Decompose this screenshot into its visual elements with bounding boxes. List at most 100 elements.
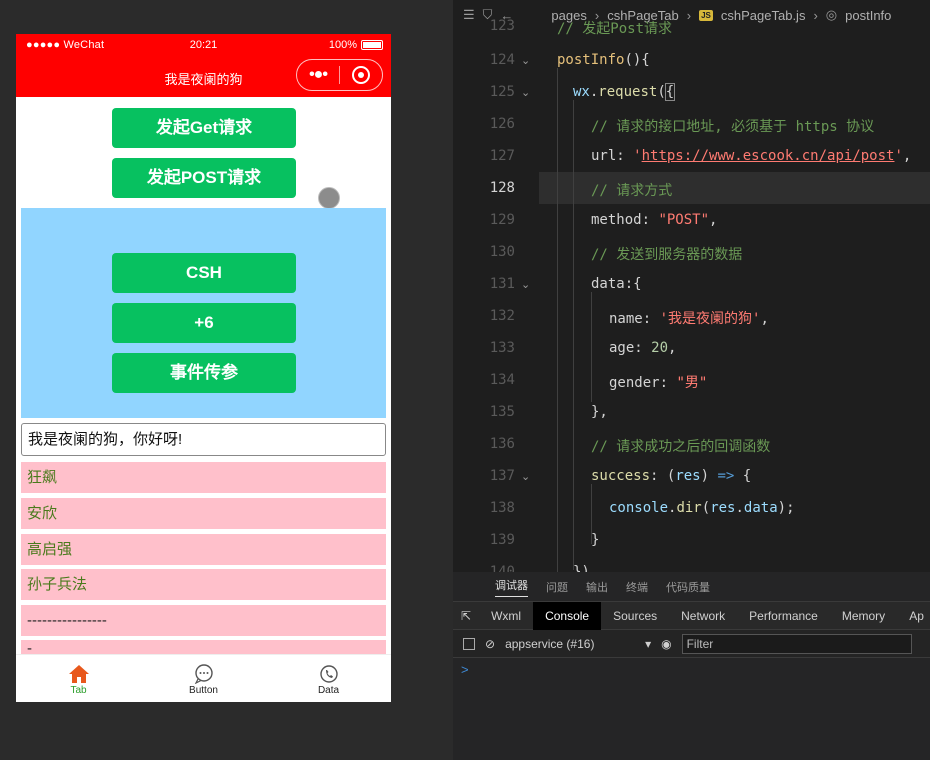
code-line: name: '我是夜阑的狗', [609,311,769,327]
line-number: 130 [489,244,515,260]
plus-six-button[interactable]: +6 [112,303,296,343]
code-editor: ☰ ⛉ ← pages › cshPageTab › JS cshPageTab… [453,0,930,572]
post-request-button[interactable]: 发起POST请求 [112,158,296,198]
tab-button[interactable]: Button [141,655,266,702]
line-number: 137 [489,468,515,484]
fold-chevron-icon[interactable]: ⌄ [521,470,530,483]
touch-cursor [318,187,340,209]
clear-console-icon[interactable]: ⊘ [485,637,495,651]
list-item: - [21,640,386,654]
code-line: wx.request({ [573,83,676,101]
context-select[interactable]: appservice (#16) [505,637,635,651]
debug-panel: 调试器 问题 输出 终端 代码质量 ⇱ Wxml Console Sources… [453,572,930,760]
indent-guide [591,292,592,402]
battery-status: 100% [329,39,383,51]
line-number-current: 128 [489,180,515,196]
home-icon [68,663,90,685]
indent-guide [573,100,574,570]
battery-icon [361,40,383,50]
more-dots-icon[interactable]: •●• [297,60,339,90]
tab-label: Tab [70,685,87,696]
tab-terminal[interactable]: 终端 [626,579,648,595]
screen: ●●●●● WeChat 20:21 100% 我是夜阑的狗 •●• 发起Get… [0,0,930,760]
chevron-right-icon: › [813,7,818,23]
list-item: 高启强 [21,534,386,565]
close-capsule-button[interactable] [340,66,382,84]
tab-wxml[interactable]: Wxml [479,602,533,630]
greeting-input[interactable]: 我是夜阑的狗，你好呀! [21,423,386,456]
tab-label: Data [317,685,340,696]
code-line: age: 20, [609,340,677,356]
csh-button[interactable]: CSH [112,253,296,293]
fold-chevron-icon[interactable]: ⌄ [521,278,530,291]
target-icon [352,66,370,84]
dropdown-arrow-icon[interactable]: ▾ [645,637,651,651]
method-cube-icon: ◎ [825,7,838,22]
filter-input[interactable]: Filter [681,633,912,654]
code-line: // 请求方式 [591,183,673,199]
phone-icon [318,663,340,685]
eye-icon[interactable]: ◉ [661,637,671,651]
code-line: gender: "男" [609,375,708,391]
battery-percent: 100% [328,39,357,51]
line-number: 126 [489,116,515,132]
tab-label: Button [189,685,218,696]
tab-code-quality[interactable]: 代码质量 [666,579,710,595]
get-request-button[interactable]: 发起Get请求 [112,108,296,148]
js-file-icon: JS [699,9,713,21]
line-number: 127 [489,148,515,164]
console-toolbar: ⊘ appservice (#16) ▾ ◉ Filter [453,630,930,658]
tab-debugger[interactable]: 调试器 [495,577,528,597]
line-number: 140 [489,564,515,572]
tab-performance[interactable]: Performance [737,602,830,630]
page-content: 发起Get请求 发起POST请求 CSH +6 事件传参 我是夜阑的狗，你好呀!… [16,97,391,654]
line-number: 129 [489,212,515,228]
fold-chevron-icon[interactable]: ⌄ [521,86,530,99]
line-number: 124 [489,52,515,68]
list-item: 安欣 [21,498,386,529]
line-number: 131 [489,276,515,292]
panel-tabs: 调试器 问题 输出 终端 代码质量 [453,572,930,602]
menu-capsule: •●• [296,59,383,91]
tab-sources[interactable]: Sources [601,602,669,630]
fold-chevron-icon[interactable]: ⌄ [521,54,530,67]
tab-tab[interactable]: Tab [16,655,141,702]
code-line: // 请求的接口地址, 必须基于 https 协议 [591,119,875,135]
line-number: 125 [489,84,515,100]
chat-icon [193,663,215,685]
tab-console[interactable]: Console [533,601,602,630]
code-line: success: (res) => { [591,468,752,484]
line-number: 136 [489,436,515,452]
event-param-button[interactable]: 事件传参 [112,353,296,393]
code-line: }) [573,564,590,572]
line-number: 139 [489,532,515,548]
navigation-bar: 我是夜阑的狗 •●• [16,56,391,97]
phone-simulator: ●●●●● WeChat 20:21 100% 我是夜阑的狗 •●• 发起Get… [16,34,391,702]
tab-problems[interactable]: 问题 [546,579,568,595]
chevron-right-icon: › [686,7,692,23]
code-line: console.dir(res.data); [609,500,795,516]
inspect-icon[interactable]: ⇱ [453,602,479,630]
line-number: 138 [489,500,515,516]
tab-bar: Tab Button Data [16,654,391,702]
line-number: 133 [489,340,515,356]
code-line: url: 'https://www.escook.cn/api/post', [591,148,912,164]
breadcrumb-symbol[interactable]: postInfo [845,8,891,23]
line-number: 135 [489,404,515,420]
tab-network[interactable]: Network [669,602,737,630]
code-line: }, [591,404,608,420]
tab-data[interactable]: Data [266,655,391,702]
tab-memory[interactable]: Memory [830,602,897,630]
list-item: ---------------- [21,605,386,636]
indent-guide [557,68,558,572]
sidebar-toggle-icon[interactable] [463,637,475,650]
tab-output[interactable]: 输出 [586,579,608,595]
console-prompt[interactable]: > [453,658,930,681]
line-number: 123 [489,18,515,34]
breadcrumb: ☰ ⛉ ← pages › cshPageTab › JS cshPageTab… [453,0,930,30]
tab-app[interactable]: Ap [897,602,924,630]
code-line: // 发送到服务器的数据 [591,247,743,263]
list-item: 狂飙 [21,462,386,493]
code-line: data:{ [591,276,642,292]
breadcrumb-file[interactable]: cshPageTab.js [721,8,806,23]
